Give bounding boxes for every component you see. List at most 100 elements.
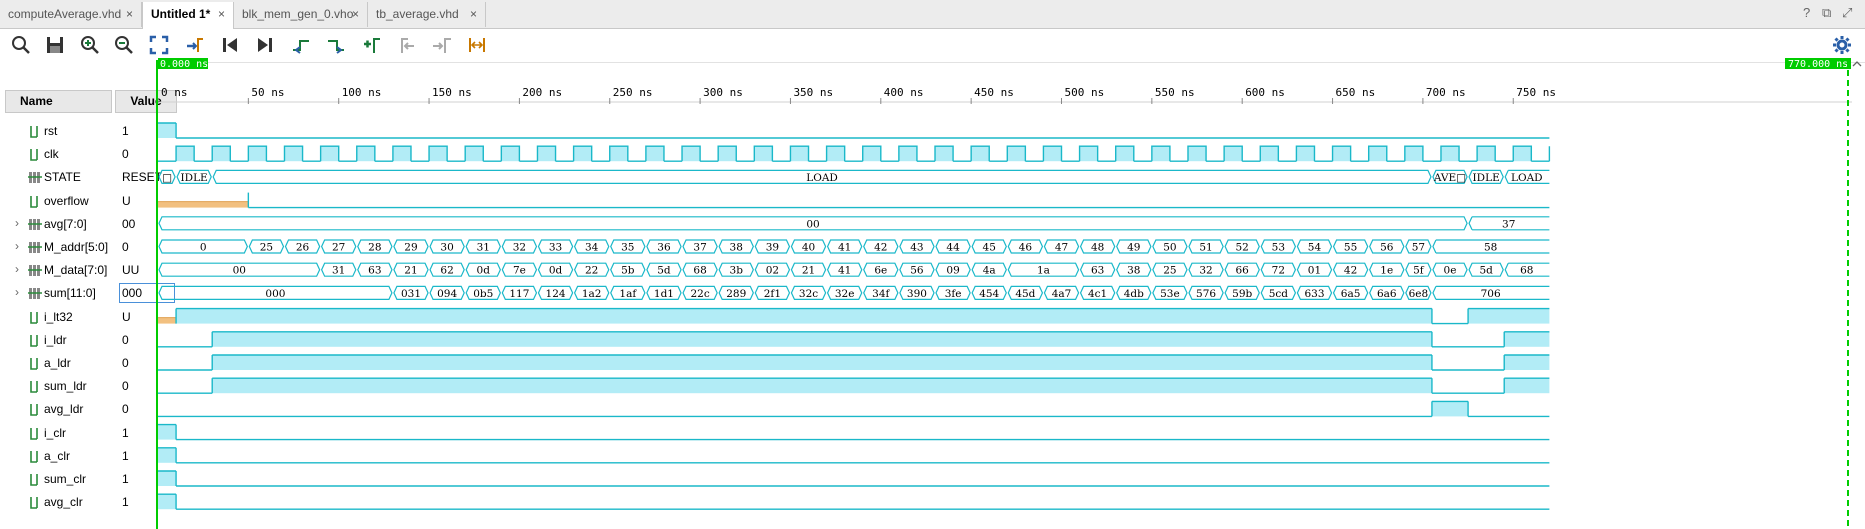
- m-data-segment: [646, 262, 682, 277]
- close-icon[interactable]: ×: [352, 2, 359, 27]
- m-addr-segment: [248, 239, 285, 254]
- value-column-header[interactable]: Value: [115, 90, 177, 113]
- m-data-value-label: 3b: [730, 265, 744, 277]
- expand-arrow-icon[interactable]: ›: [15, 262, 19, 276]
- close-icon[interactable]: ×: [126, 2, 133, 27]
- go-to-start-icon[interactable]: [219, 34, 241, 56]
- sum-value-label: 031: [401, 288, 421, 300]
- clk-pulse: [500, 145, 521, 162]
- signal-row[interactable]: overflow U: [0, 190, 186, 213]
- m-data-value-label: 42: [1344, 265, 1357, 277]
- m-addr-value-label: 47: [1055, 242, 1068, 254]
- avg-segment: [158, 216, 1468, 231]
- signal-row[interactable]: › M_data[7:0] UU: [0, 259, 186, 282]
- go-to-end-icon[interactable]: [254, 34, 276, 56]
- bit-signal-icon: [30, 358, 38, 370]
- m-data-value-label: 0e: [1444, 265, 1457, 277]
- m-addr-segment: [465, 239, 501, 254]
- sum-value-label: 2f1: [764, 288, 781, 300]
- signal-name: i_lt32: [44, 309, 73, 324]
- tab-computeaverage[interactable]: computeAverage.vhd ×: [0, 2, 142, 27]
- signal-row[interactable]: avg_ldr 0: [0, 398, 186, 421]
- signal-row[interactable]: rst 1: [0, 120, 186, 143]
- previous-transition-icon[interactable]: [290, 34, 312, 56]
- clk-high-segment: [682, 146, 701, 162]
- expand-arrow-icon[interactable]: ›: [15, 285, 19, 299]
- sum-value-label: 706: [1481, 288, 1501, 300]
- signal-value: U: [122, 309, 131, 324]
- next-transition-icon[interactable]: [325, 34, 347, 56]
- clk-high-segment: [212, 146, 231, 162]
- signal-row[interactable]: i_ldr 0: [0, 329, 186, 352]
- signal-row[interactable]: › avg[7:0] 00: [0, 213, 186, 236]
- zoom-out-icon[interactable]: [113, 34, 135, 56]
- clk-pulse: [789, 145, 810, 162]
- close-icon[interactable]: ×: [218, 2, 225, 27]
- zoom-fit-icon[interactable]: [148, 34, 170, 56]
- previous-marker-icon[interactable]: [396, 34, 418, 56]
- clk-high-segment: [356, 146, 375, 162]
- signal-name: sum_clr: [44, 472, 87, 486]
- maximize-icon[interactable]: ⤢: [1842, 5, 1852, 21]
- swap-cursors-icon[interactable]: [466, 34, 488, 56]
- m-addr-value-label: 27: [332, 242, 345, 254]
- next-marker-icon[interactable]: [431, 34, 453, 56]
- signal-row[interactable]: i_lt32 U: [0, 306, 186, 329]
- sum-segment: [899, 285, 935, 300]
- bit-signal-icon: [30, 381, 38, 393]
- clk-high-segment: [790, 146, 809, 162]
- expand-arrow-icon[interactable]: ›: [15, 216, 19, 230]
- signal-row[interactable]: a_ldr 0: [0, 352, 186, 375]
- m-data-segment: [863, 262, 899, 277]
- tab-untitled-1[interactable]: Untitled 1* ×: [142, 2, 234, 29]
- signal-name: M_addr[5:0]: [44, 240, 109, 254]
- clk-pulse: [1151, 145, 1171, 162]
- m-addr-segment: [754, 239, 791, 254]
- m-addr-value-label: 25: [260, 242, 273, 254]
- m-data-value-label: 00: [233, 265, 246, 277]
- signal-value: 0: [122, 402, 129, 417]
- m-addr-value-label: 0: [200, 242, 207, 254]
- m-data-value-label: 1a: [1037, 265, 1050, 277]
- signal-row[interactable]: sum_clr 1: [0, 468, 186, 491]
- help-icon[interactable]: ?: [1803, 5, 1810, 20]
- signal-row[interactable]: › sum[11:0] 000: [0, 282, 186, 305]
- add-marker-icon[interactable]: [361, 34, 383, 56]
- close-icon[interactable]: ×: [470, 2, 477, 27]
- clk-high-segment: [971, 146, 990, 162]
- sum-value-label: 59b: [1232, 288, 1252, 300]
- clk-high-segment: [573, 146, 592, 162]
- waveform-canvas[interactable]: 0 ns 50 ns 100 ns 150 ns 200 ns 250 ns 300 ns 3…: [0, 0, 1865, 529]
- clk-high-segment: [898, 146, 917, 162]
- signal-row[interactable]: clk 0: [0, 143, 186, 166]
- avg-value-label: 00: [806, 218, 819, 230]
- signal-row[interactable]: › M_addr[5:0] 0: [0, 236, 186, 259]
- name-column-header[interactable]: Name: [5, 90, 112, 113]
- restore-icon[interactable]: ⧉: [1822, 5, 1831, 21]
- m-data-segment: [1007, 262, 1080, 277]
- gear-icon[interactable]: [1831, 34, 1853, 56]
- clk-pulse: [356, 145, 376, 162]
- signal-name: clk: [44, 147, 59, 162]
- tab-blk-mem-gen[interactable]: blk_mem_gen_0.vho ×: [234, 2, 368, 27]
- sum-segment: [1152, 285, 1188, 300]
- save-icon[interactable]: [44, 34, 66, 56]
- search-icon[interactable]: [10, 34, 32, 56]
- clk-pulse: [1512, 145, 1533, 162]
- m-data-segment: [610, 262, 646, 277]
- signal-row[interactable]: i_clr 1: [0, 422, 186, 445]
- m-addr-value-label: 38: [730, 242, 743, 254]
- m-addr-value-label: 48: [1091, 242, 1104, 254]
- clk-pulse: [645, 145, 665, 162]
- time-axis-label: 700 ns: [1426, 86, 1466, 99]
- clk-high-segment: [645, 146, 664, 162]
- signal-value: 0: [122, 240, 129, 254]
- signal-row[interactable]: avg_clr 1: [0, 491, 186, 514]
- signal-row[interactable]: STATE RESET: [0, 166, 186, 189]
- signal-row[interactable]: sum_ldr 0: [0, 375, 186, 398]
- signal-row[interactable]: a_clr 1: [0, 445, 186, 468]
- tab-tb-average[interactable]: tb_average.vhd ×: [368, 2, 486, 27]
- expand-arrow-icon[interactable]: ›: [15, 239, 19, 253]
- zoom-in-icon[interactable]: [79, 34, 101, 56]
- go-to-cursor-icon[interactable]: [184, 34, 206, 56]
